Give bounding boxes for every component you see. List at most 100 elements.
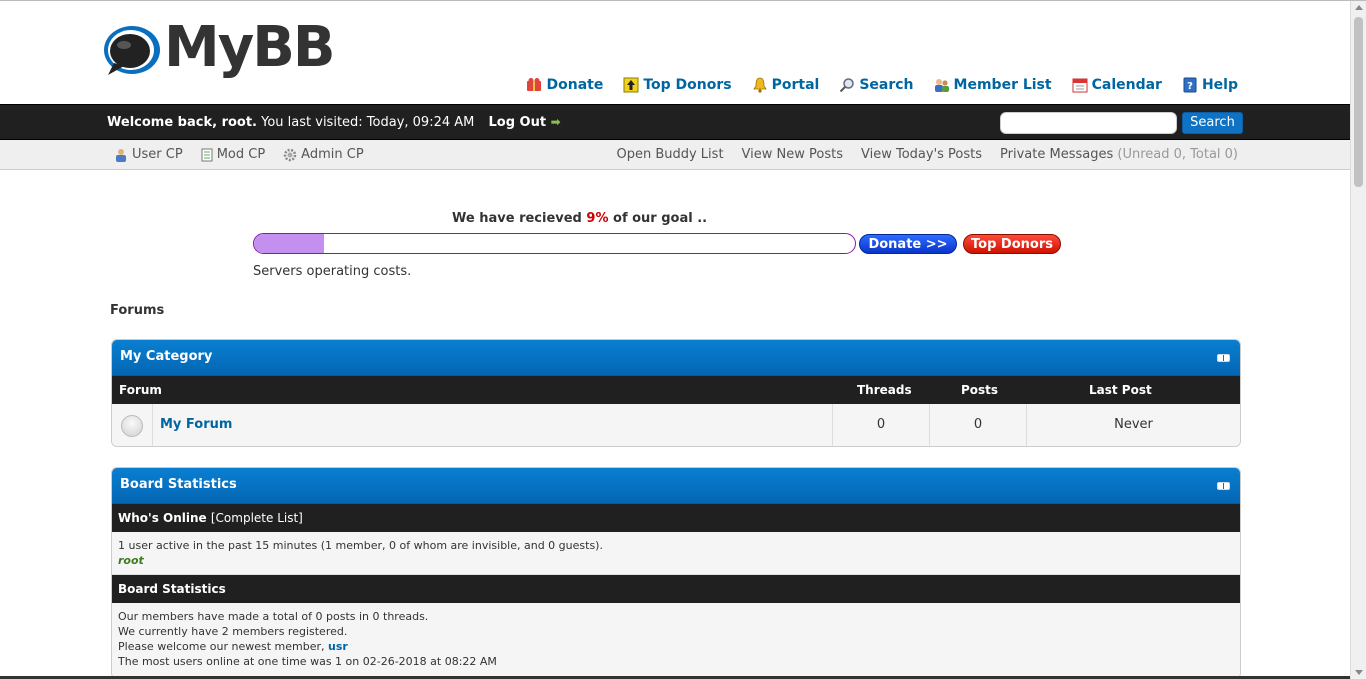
speech-bubble-logo-icon — [104, 26, 160, 75]
member-list-link-label: Member List — [953, 77, 1052, 93]
forums-section-label: Forums — [110, 303, 165, 318]
welcome-greeting: Welcome back, root. — [107, 115, 257, 130]
arrow-right-icon: ➡ — [550, 115, 561, 129]
last-visited-text: You last visited: Today, 09:24 AM — [257, 115, 475, 130]
column-forum: Forum — [119, 383, 162, 397]
portal-link-label: Portal — [771, 77, 820, 93]
user-cp-link[interactable]: User CP — [114, 147, 183, 162]
column-posts: Posts — [961, 383, 999, 397]
donation-goal-text: We have recieved 9% of our goal .. — [452, 211, 707, 226]
calendar-link[interactable]: Calendar — [1072, 77, 1162, 93]
forum-columns-header: Forum Threads Posts Last Post — [112, 376, 1240, 404]
newest-member-link[interactable]: usr — [328, 640, 348, 653]
calendar-icon — [1072, 78, 1088, 93]
donation-progress-fill — [254, 234, 325, 253]
search-input[interactable] — [1000, 112, 1177, 134]
help-link-label: Help — [1201, 77, 1238, 93]
board-statistics-header: Board Statistics — [112, 468, 1240, 504]
scroll-down-arrow-icon[interactable] — [1355, 670, 1363, 675]
mybb-logo[interactable]: MyBB — [102, 15, 336, 85]
category-title[interactable]: My Category — [120, 349, 212, 364]
mod-cp-link[interactable]: Mod CP — [201, 147, 265, 162]
top-donors-icon — [623, 77, 639, 93]
column-last-post: Last Post — [1089, 383, 1152, 397]
forum-last-post-cell: Never — [1114, 417, 1153, 432]
user-cp-icon — [116, 148, 126, 162]
logout-link[interactable]: Log Out ➡ — [489, 115, 561, 130]
complete-list-link[interactable]: [Complete List] — [211, 511, 303, 525]
search-link-label: Search — [859, 77, 914, 93]
admin-cp-link[interactable]: Admin CP — [283, 147, 364, 162]
search-icon — [840, 78, 855, 93]
header: MyBB Donate Top Donors Portal Search Mem… — [0, 1, 1350, 104]
logo-text: MyBB — [164, 15, 336, 80]
stats-members-line: We currently have 2 members registered. — [118, 625, 348, 638]
search-button[interactable]: Search — [1182, 112, 1243, 134]
member-list-link[interactable]: Member List — [934, 77, 1052, 93]
forum-posts-cell: 0 — [930, 404, 1027, 446]
column-threads: Threads — [857, 383, 912, 397]
donate-link-label: Donate — [546, 77, 604, 93]
forum-name-link[interactable]: My Forum — [160, 417, 232, 432]
online-summary: 1 user active in the past 15 minutes (1 … — [118, 539, 603, 552]
newest-member-prefix: Please welcome our newest member, — [118, 640, 328, 653]
scroll-up-arrow-icon[interactable] — [1355, 5, 1363, 10]
donate-button[interactable]: Donate >> — [859, 234, 957, 254]
whos-online-title: Who's Online — [118, 511, 207, 525]
forum-threads-cell: 0 — [833, 404, 930, 446]
private-messages-link[interactable]: Private Messages (Unread 0, Total 0) — [1000, 147, 1238, 162]
goal-prefix: We have recieved — [452, 211, 587, 226]
pm-counts: (Unread 0, Total 0) — [1117, 147, 1238, 162]
gear-icon — [283, 148, 297, 161]
view-new-posts-link[interactable]: View New Posts — [742, 147, 843, 162]
forum-status-cell — [112, 404, 153, 446]
user-cp-label: User CP — [132, 147, 183, 162]
stats-posts-line: Our members have made a total of 0 posts… — [118, 610, 429, 623]
open-buddy-list-link[interactable]: Open Buddy List — [616, 147, 723, 162]
private-messages-label: Private Messages — [1000, 147, 1114, 162]
svg-text:?: ? — [1187, 81, 1193, 92]
goal-suffix: of our goal .. — [608, 211, 708, 226]
scrollbar-thumb[interactable] — [1354, 17, 1363, 187]
board-statistics-row: Our members have made a total of 0 posts… — [112, 603, 1240, 675]
collapse-icon[interactable] — [1217, 354, 1230, 362]
top-links: Donate Top Donors Portal Search Member L… — [526, 77, 1238, 93]
member-list-icon — [934, 79, 949, 92]
panel-right-links: Open Buddy List View New Posts View Toda… — [616, 147, 1238, 162]
logout-label: Log Out — [488, 115, 547, 130]
board-statistics-title: Board Statistics — [120, 477, 237, 492]
stats-newest-line: Please welcome our newest member, usr — [118, 639, 1234, 654]
mod-cp-icon — [201, 148, 213, 161]
stats-record-line: The most users online at one time was 1 … — [118, 655, 497, 668]
calendar-link-label: Calendar — [1091, 77, 1162, 93]
panel-left-links: User CP Mod CP Admin CP — [114, 147, 364, 162]
help-link[interactable]: ? Help — [1182, 77, 1238, 93]
category-table: My Category Forum Threads Posts Last Pos… — [111, 339, 1241, 447]
portal-icon — [752, 77, 767, 93]
donate-icon — [527, 78, 542, 91]
whos-online-header: Who's Online [Complete List] — [112, 504, 1240, 532]
donation-description: Servers operating costs. — [253, 264, 412, 279]
vertical-scrollbar[interactable] — [1350, 1, 1366, 679]
top-donors-button[interactable]: Top Donors — [963, 234, 1061, 254]
board-statistics-subheader: Board Statistics — [112, 575, 1240, 603]
search-link[interactable]: Search — [839, 77, 914, 93]
top-donors-link-label: Top Donors — [643, 77, 732, 93]
forum-row: My Forum 0 0 Never — [112, 404, 1240, 446]
category-header[interactable]: My Category — [112, 340, 1240, 376]
portal-link[interactable]: Portal — [752, 77, 820, 93]
top-donors-link[interactable]: Top Donors — [623, 77, 732, 93]
view-todays-posts-link[interactable]: View Today's Posts — [861, 147, 982, 162]
mod-cp-label: Mod CP — [216, 147, 266, 162]
collapse-icon[interactable] — [1217, 482, 1230, 490]
admin-cp-label: Admin CP — [301, 147, 364, 162]
panel-bar: User CP Mod CP Admin CP Open Buddy List … — [0, 140, 1350, 170]
goal-percent: 9% — [586, 211, 609, 226]
whos-online-row: 1 user active in the past 15 minutes (1 … — [112, 532, 1240, 575]
welcome-text: Welcome back, root. You last visited: To… — [107, 115, 561, 130]
forum-status-icon — [121, 415, 143, 437]
online-user-link[interactable]: root — [118, 554, 144, 567]
forum-name-cell: My Forum — [153, 404, 833, 446]
donation-progress-bar — [253, 233, 856, 254]
donate-link[interactable]: Donate — [526, 77, 603, 93]
